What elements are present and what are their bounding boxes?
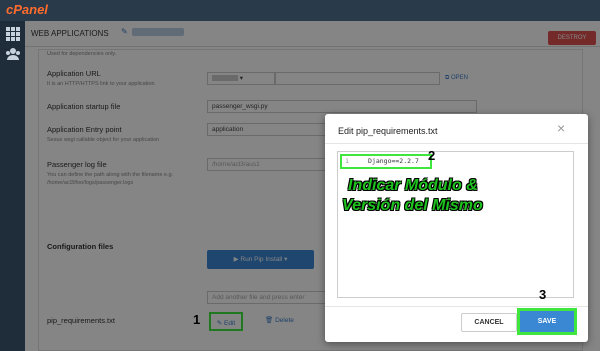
top-bar: cPanel <box>0 0 600 21</box>
step-number-1: 1 <box>193 312 201 327</box>
line-number: 1 <box>345 157 349 165</box>
left-rail <box>0 21 25 351</box>
code-line: 1 Django==2.2.7 <box>340 154 432 169</box>
users-icon[interactable] <box>6 47 20 61</box>
step-number-3: 3 <box>539 287 547 302</box>
grid-icon[interactable] <box>6 27 20 41</box>
annotation-text-line1: Indicar Módulo & <box>348 177 478 194</box>
modal-title: Edit pip_requirements.txt <box>338 126 438 136</box>
code-editor[interactable]: 1 Django==2.2.7 <box>337 151 574 298</box>
step-number-2: 2 <box>428 148 436 163</box>
divider <box>325 143 588 144</box>
close-icon[interactable]: × <box>557 120 565 136</box>
code-text: Django==2.2.7 <box>368 157 419 165</box>
annotation-text-line2: Versión del Mismo <box>342 197 483 214</box>
save-button[interactable]: SAVE <box>517 308 577 335</box>
divider <box>325 306 588 307</box>
edit-file-modal: Edit pip_requirements.txt × 1 Django==2.… <box>325 114 588 342</box>
screen: cPanel WEB APPLICATIONS ✎ DESTROY Used f… <box>0 0 600 351</box>
cancel-button[interactable]: CANCEL <box>461 313 517 332</box>
cpanel-logo[interactable]: cPanel <box>6 2 48 17</box>
